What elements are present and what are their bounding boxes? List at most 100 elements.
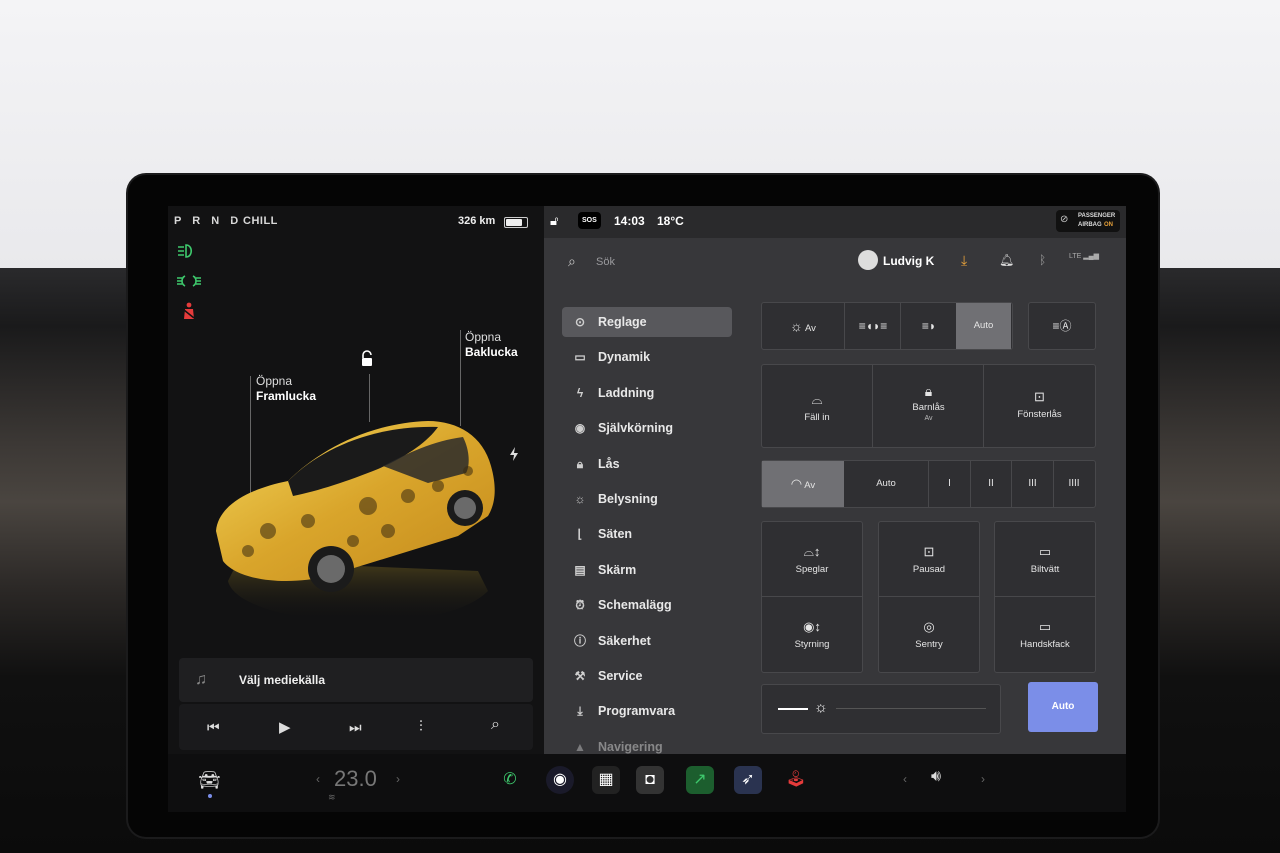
- car-active-dot: [208, 794, 212, 798]
- drive-mode: CHILL: [243, 215, 278, 227]
- search-input[interactable]: Sök: [596, 256, 615, 268]
- menu-item-11[interactable]: ⤓ Programvara: [562, 696, 732, 726]
- menu-item-4[interactable]: 🔒︎ Lås: [562, 449, 732, 479]
- auto-high-beam-button[interactable]: ≡Ⓐ: [1028, 302, 1096, 350]
- brightness-auto-button[interactable]: Auto: [1028, 682, 1098, 732]
- app-launcher-icon[interactable]: ▦: [592, 766, 620, 794]
- media-search-icon[interactable]: ⌕: [491, 716, 500, 734]
- rear-trunk-label: Öppna: [465, 330, 502, 344]
- unlock-icon[interactable]: [359, 350, 375, 368]
- airbag-label: PASSENGER: [1078, 213, 1116, 219]
- dashcam-label: Pausad: [912, 564, 946, 575]
- menu-item-0[interactable]: ⊙ Reglage: [562, 307, 732, 337]
- lights-off-button[interactable]: ☼ Av: [762, 303, 844, 349]
- play-icon[interactable]: ▶: [279, 718, 291, 736]
- volume-icon[interactable]: 🔊︎: [931, 768, 941, 786]
- child-lock-button[interactable]: 🔒︎ Barnlås Av: [872, 365, 984, 447]
- menu-item-label: Programvara: [598, 704, 676, 719]
- seatbelt-warning-icon: [183, 302, 195, 319]
- avatar[interactable]: [858, 250, 878, 270]
- volume-up-chevron-icon[interactable]: ›: [981, 772, 985, 786]
- menu-item-label: Navigering: [598, 739, 663, 754]
- brightness-slider[interactable]: ☼: [761, 684, 1001, 734]
- separator-dot: ·: [230, 213, 234, 225]
- cabin-temperature: 23.0: [334, 766, 377, 791]
- menu-item-7[interactable]: ▤ Skärm: [562, 555, 732, 585]
- menu-item-9[interactable]: ⓘ Säkerhet: [562, 626, 732, 656]
- navigation-icon: ▲: [574, 739, 586, 754]
- dashcam-app-icon[interactable]: ◘: [636, 766, 664, 794]
- previous-track-icon[interactable]: ⏮: [207, 719, 220, 736]
- headlight-icon: [178, 244, 193, 258]
- bluetooth-icon[interactable]: ᛒ: [1039, 253, 1046, 267]
- wiper-off-label: Av: [804, 480, 816, 491]
- outside-temperature: 18°C: [657, 214, 684, 228]
- rear-trunk-title: Baklucka: [465, 345, 518, 359]
- menu-item-3[interactable]: ◉ Självkörning: [562, 413, 732, 443]
- menu-item-6[interactable]: ⌊ Säten: [562, 519, 732, 549]
- wiper-speed-button[interactable]: II: [969, 461, 1012, 507]
- parking-lights-button[interactable]: ≡◖◗≡: [844, 303, 901, 349]
- phone-icon[interactable]: ✆: [496, 766, 524, 794]
- next-track-icon[interactable]: ⏭: [349, 719, 362, 736]
- wiper-speed-button[interactable]: IIII: [1052, 461, 1095, 507]
- child-lock-state: Av: [924, 415, 933, 422]
- toggle-icon: ⊙: [574, 315, 586, 329]
- status-bar: 🔓︎ SOS 14:03 18°C ⊘ PASSENGER AIRBAG ON: [544, 206, 1126, 238]
- temp-down-chevron-icon[interactable]: ‹: [316, 772, 320, 786]
- music-note-icon: ♫: [195, 671, 207, 688]
- menu-item-label: Dynamik: [598, 350, 651, 365]
- car-wash-button[interactable]: ▭ Biltvätt: [995, 522, 1095, 597]
- menu-item-8[interactable]: ⏰︎ Schemalägg: [562, 590, 732, 620]
- temp-up-chevron-icon[interactable]: ›: [396, 772, 400, 786]
- sentry-icon: ◎: [923, 619, 935, 634]
- wiper-off-button[interactable]: ◠ Av: [762, 461, 844, 507]
- menu-item-10[interactable]: ⚒ Service: [562, 661, 732, 691]
- menu-item-label: Laddning: [598, 385, 655, 400]
- user-name[interactable]: Ludvig K: [883, 254, 934, 268]
- auto-high-beam-icon: ≡Ⓐ: [1052, 319, 1072, 333]
- steering-adjust-button[interactable]: ◉↕ Styrning: [762, 597, 862, 671]
- clock: 14:03: [614, 214, 645, 228]
- download-icon[interactable]: ⤓: [961, 252, 967, 269]
- glovebox-button[interactable]: ▭ Handskfack: [995, 597, 1095, 671]
- bell-icon[interactable]: 🔔︎: [999, 253, 1014, 267]
- fold-mirrors-button[interactable]: ⌓ Fäll in: [762, 365, 872, 447]
- rear-trunk-button[interactable]: Öppna Baklucka: [465, 330, 518, 360]
- wiper-auto-button[interactable]: Auto: [844, 461, 928, 507]
- menu-item-2[interactable]: ϟ Laddning: [562, 378, 732, 408]
- low-beam-icon: ≡◗: [921, 319, 937, 333]
- media-source-bar[interactable]: ♫ Välj mediekälla: [179, 658, 533, 702]
- menu-item-5[interactable]: ☼ Belysning: [562, 484, 732, 514]
- lights-off-label: Av: [805, 323, 816, 334]
- media-source-label: Välj mediekälla: [239, 673, 326, 687]
- headlights-button[interactable]: ≡◗: [900, 303, 957, 349]
- car-icon[interactable]: 🚘︎: [198, 770, 221, 791]
- battery-icon: [504, 217, 528, 228]
- window-lock-icon: ⊡: [1034, 389, 1045, 404]
- dashcam-icon: ⊡: [923, 544, 935, 559]
- charge-port-icon[interactable]: [508, 446, 520, 462]
- lights-auto-button[interactable]: Auto: [956, 303, 1011, 349]
- brightness-icon[interactable]: ☼: [814, 699, 828, 716]
- wiper-icon: ◠: [790, 476, 803, 491]
- wiper-speed-button[interactable]: III: [1011, 461, 1053, 507]
- equalizer-icon[interactable]: ⫶: [419, 718, 423, 735]
- passenger-airbag-indicator: ⊘ PASSENGER AIRBAG ON: [1056, 210, 1120, 232]
- sun-icon: ☼: [574, 492, 586, 506]
- arcade-app-icon[interactable]: 🕹︎: [782, 766, 810, 794]
- lock-status-icon[interactable]: 🔓︎: [550, 213, 558, 229]
- navigation-app-icon[interactable]: ➶: [734, 766, 762, 794]
- menu-item-1[interactable]: ▭ Dynamik: [562, 342, 732, 372]
- camera-app-icon[interactable]: ◉: [546, 766, 574, 794]
- sentry-button[interactable]: ◎ Sentry: [879, 597, 979, 671]
- dashcam-button[interactable]: ⊡ Pausad: [879, 522, 979, 597]
- sos-button[interactable]: SOS: [578, 212, 601, 229]
- glovebox-icon: ▭: [1038, 619, 1052, 634]
- volume-down-chevron-icon[interactable]: ‹: [903, 772, 907, 786]
- mirror-adjust-button[interactable]: ⌓↕ Speglar: [762, 522, 862, 597]
- window-lock-button[interactable]: ⊡ Fönsterlås: [983, 365, 1095, 447]
- front-trunk-button[interactable]: Öppna Framlucka: [256, 374, 316, 404]
- wiper-speed-button[interactable]: I: [928, 461, 970, 507]
- energy-app-icon[interactable]: ↗: [686, 766, 714, 794]
